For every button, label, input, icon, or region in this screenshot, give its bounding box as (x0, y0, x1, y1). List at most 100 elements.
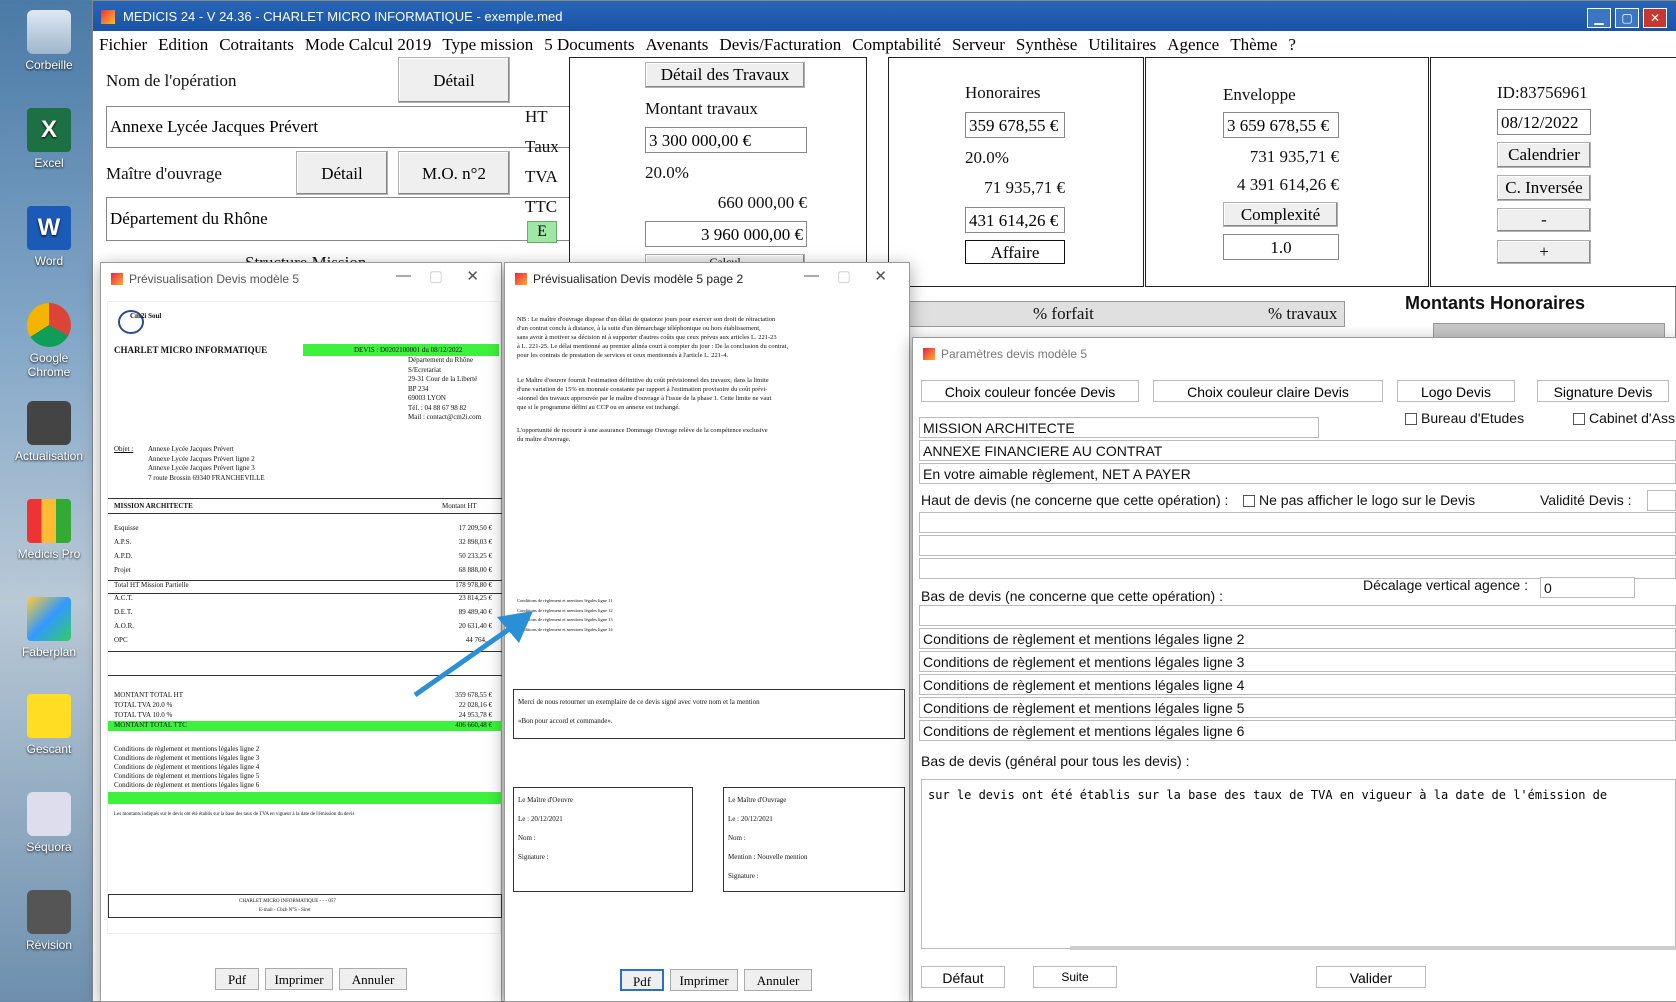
complexite-button[interactable]: Complexité (1223, 202, 1338, 227)
validite-field[interactable] (1647, 490, 1676, 511)
e-badge[interactable]: E (527, 221, 557, 243)
close-button[interactable]: ✕ (1643, 8, 1667, 28)
valider-button[interactable]: Valider (1316, 966, 1426, 988)
menu-item[interactable]: Edition (152, 31, 213, 55)
row-label: OPC (114, 636, 128, 644)
defaut-button[interactable]: Défaut (921, 966, 1005, 988)
bas-condition-field[interactable]: Conditions de règlement et mentions léga… (919, 674, 1676, 695)
logo-devis-button[interactable]: Logo Devis (1397, 380, 1515, 402)
enveloppe-ht-field[interactable]: 3 659 678,55 € (1223, 112, 1339, 138)
menu-item[interactable]: 5 Documents (538, 31, 639, 55)
montant-travaux-field[interactable]: 3 300 000,00 € (645, 127, 807, 153)
haut-line-2[interactable] (919, 535, 1676, 556)
horizontal-scrollbar[interactable] (1070, 946, 1676, 950)
menu-item[interactable]: ? (1282, 31, 1301, 55)
annuler-button[interactable]: Annuler (744, 969, 812, 991)
client-line: 29-31 Cour de la Liberté (408, 375, 478, 383)
cabinet-checkbox[interactable]: Cabinet d'Assis (1573, 410, 1676, 426)
bas-general-textarea[interactable]: sur le devis ont été établis sur la base… (921, 779, 1676, 949)
signature-devis-button[interactable]: Signature Devis (1537, 380, 1669, 402)
menu-item[interactable]: Avenants (639, 31, 713, 55)
suite-button[interactable]: Suite (1033, 966, 1117, 988)
bas-line-1[interactable] (919, 605, 1676, 626)
bas-condition-field[interactable]: Conditions de règlement et mentions léga… (919, 697, 1676, 718)
complexite-field[interactable]: 1.0 (1223, 234, 1339, 260)
desktop-icon-sequora[interactable]: Séquora (10, 792, 88, 854)
affaire-button[interactable]: Affaire (965, 240, 1065, 264)
haut-line-1[interactable] (919, 512, 1676, 533)
menu-item[interactable]: Devis/Facturation (713, 31, 846, 55)
honoraires-ttc-field[interactable]: 431 614,26 € (965, 207, 1065, 233)
menu-item[interactable]: Agence (1161, 31, 1224, 55)
bas-condition-field[interactable]: Conditions de règlement et mentions léga… (919, 628, 1676, 649)
minimize-button[interactable]: — (804, 267, 819, 284)
menu-item[interactable]: Serveur (946, 31, 1010, 55)
legal-line: que si le programme défini au CCP ou en … (517, 404, 680, 411)
imprimer-button[interactable]: Imprimer (670, 969, 738, 991)
menu-item[interactable]: Thème (1224, 31, 1282, 55)
couleur-claire-button[interactable]: Choix couleur claire Devis (1153, 380, 1383, 402)
imprimer-button[interactable]: Imprimer (265, 968, 333, 990)
menu-item[interactable]: Synthèse (1010, 31, 1082, 55)
desktop-icon-revision[interactable]: Révision (10, 890, 88, 952)
travaux-ttc-field[interactable]: 3 960 000,00 € (645, 221, 807, 247)
menu-item[interactable]: Fichier (93, 31, 152, 55)
menu-item[interactable]: Cotraitants (213, 31, 299, 55)
reglement-field[interactable]: En votre aimable règlement, NET A PAYER (919, 463, 1676, 484)
plus-button[interactable]: + (1497, 240, 1591, 264)
pdf-button[interactable]: Pdf (620, 969, 664, 991)
bureau-etudes-checkbox[interactable]: Bureau d'Etudes (1405, 410, 1524, 426)
bas-condition-field[interactable]: Conditions de règlement et mentions léga… (919, 651, 1676, 672)
menu-item[interactable]: Utilitaires (1082, 31, 1161, 55)
desktop-icon-faberplan[interactable]: Faberplan (10, 597, 88, 659)
pencils-icon (27, 597, 71, 641)
desktop-icon-chrome[interactable]: Google Chrome (10, 303, 88, 379)
signature-line: Le : 20/12/2021 (728, 815, 773, 823)
honoraires-ht-field[interactable]: 359 678,55 € (965, 112, 1065, 138)
mo2-button[interactable]: M.O. n°2 (398, 151, 510, 195)
detail-travaux-button[interactable]: Détail des Travaux (645, 62, 805, 88)
detail-operation-button[interactable]: Détail (398, 57, 510, 103)
minimize-button[interactable]: — (396, 267, 411, 284)
desktop-icon-actualisation[interactable]: Actualisation (10, 401, 88, 463)
annexe-field[interactable]: ANNEXE FINANCIERE AU CONTRAT (919, 440, 1676, 461)
preview2-titlebar: Prévisualisation Devis modèle 5 page 2 —… (505, 263, 909, 293)
legal-line: à L. 221-25. Le délai mentionné au premi… (517, 343, 789, 350)
mission-title-field[interactable]: MISSION ARCHITECTE (919, 417, 1319, 438)
close-button[interactable]: ✕ (874, 267, 887, 285)
haut-line-3[interactable] (919, 558, 1676, 579)
close-button[interactable]: ✕ (466, 267, 479, 285)
no-logo-checkbox[interactable]: Ne pas afficher le logo sur le Devis (1243, 492, 1475, 508)
pdf-button[interactable]: Pdf (215, 968, 259, 990)
green-band (108, 792, 502, 804)
minus-button[interactable]: - (1497, 208, 1591, 232)
row-label: Total HT Mission Partielle (114, 581, 189, 589)
annuler-button[interactable]: Annuler (339, 968, 407, 990)
decalage-field[interactable]: 0 (1540, 577, 1635, 598)
maximize-button[interactable]: ▢ (429, 267, 443, 285)
objet-line: Annexe Lycée Jacques Prévert ligne 3 (148, 464, 255, 472)
desktop-icon-gescant[interactable]: Gescant (10, 694, 88, 756)
desktop-icon-word[interactable]: W Word (10, 206, 88, 268)
couleur-foncee-button[interactable]: Choix couleur foncée Devis (921, 380, 1139, 402)
c-inversee-button[interactable]: C. Inversée (1497, 175, 1591, 201)
desktop-icon-corbeille[interactable]: Corbeille (10, 10, 88, 72)
mission-row: A.P.D. 50 233,25 € (108, 552, 502, 566)
row-label: A.P.S. (114, 538, 132, 546)
minimize-button[interactable]: ▁ (1587, 8, 1611, 28)
menu-item[interactable]: Mode Calcul 2019 (299, 31, 437, 55)
maximize-button[interactable]: ▢ (1615, 8, 1639, 28)
total-value: 24 953,78 € (458, 711, 492, 719)
desktop-icon-excel[interactable]: X Excel (10, 108, 88, 170)
desktop-icon-medicis[interactable]: Medicis Pro (10, 499, 88, 561)
bas-condition-field[interactable]: Conditions de règlement et mentions léga… (919, 720, 1676, 741)
menu-item[interactable]: Type mission (436, 31, 538, 55)
montant-ht-header: Montant HT (442, 502, 477, 510)
menu-item[interactable]: Comptabilité (846, 31, 946, 55)
detail-mo-button[interactable]: Détail (296, 151, 388, 195)
calendrier-button[interactable]: Calendrier (1497, 142, 1591, 168)
client-line: Tél. : 04 88 67 98 82 (408, 403, 467, 412)
condition-line: Conditions de règlement et mentions léga… (114, 781, 260, 789)
date-field[interactable]: 08/12/2022 (1497, 109, 1591, 135)
maximize-button[interactable]: ▢ (837, 267, 851, 285)
